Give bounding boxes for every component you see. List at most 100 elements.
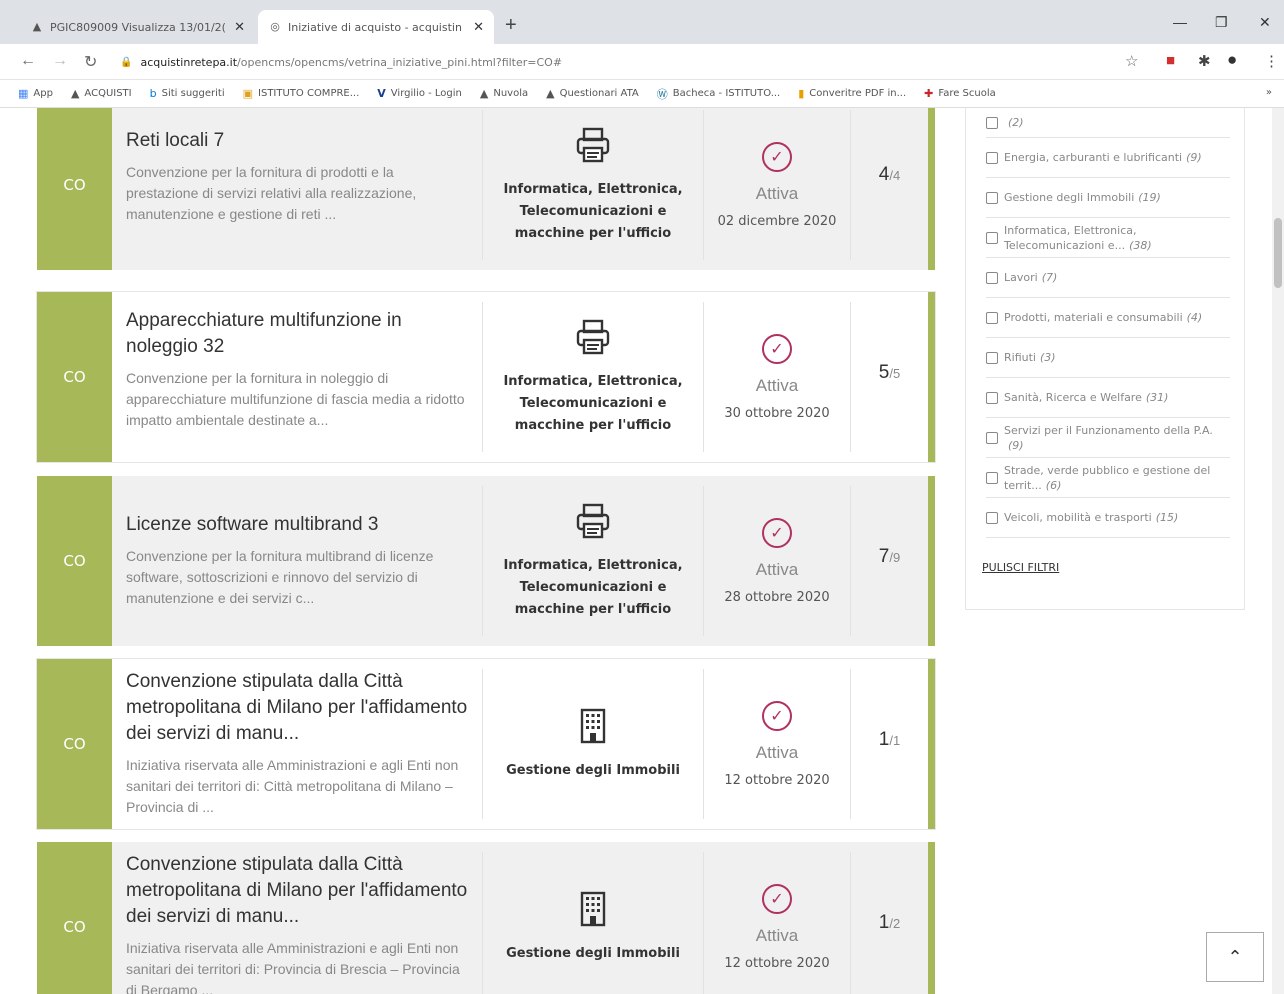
category-filter-panel: (2) Energia, carburanti e lubrificanti (9…: [965, 108, 1245, 610]
filter-option[interactable]: Servizi per il Funzionamento della P.A.(…: [986, 418, 1230, 458]
checkbox[interactable]: [986, 351, 998, 364]
bookmark-virgilio[interactable]: V Virgilio - Login: [377, 87, 462, 100]
back-to-top-button[interactable]: ⌃: [1206, 932, 1264, 982]
checkbox[interactable]: [986, 231, 998, 244]
bookmark-questionari[interactable]: ▲ Questionari ATA: [546, 87, 639, 100]
wordpress-icon: Ⓦ: [656, 87, 668, 101]
filter-option[interactable]: Prodotti, materiali e consumabili (4): [986, 298, 1230, 338]
bookmark-fare-scuola[interactable]: ✚ Fare Scuola: [924, 87, 996, 100]
filter-option[interactable]: Rifiuti (3): [986, 338, 1230, 378]
bookmark-label: Fare Scuola: [938, 88, 996, 99]
checkbox[interactable]: [986, 151, 998, 164]
filter-option[interactable]: Energia, carburanti e lubrificanti (9): [986, 138, 1230, 178]
checkbox[interactable]: [986, 191, 998, 204]
category-cell: Informatica, Elettronica, Telecomunicazi…: [483, 108, 703, 270]
initiative-card[interactable]: CO Licenze software multibrand 3 Convenz…: [37, 476, 935, 646]
bookmark-converti-pdf[interactable]: ▮ Converitre PDF in...: [798, 87, 906, 100]
bookmarks-overflow-icon[interactable]: »: [1266, 87, 1272, 98]
bookmark-siti-suggeriti[interactable]: b Siti suggeriti: [150, 87, 225, 100]
filter-label: Lavori: [1004, 271, 1038, 284]
lots-count: 1 /1: [851, 659, 928, 829]
window-close-icon[interactable]: ✕: [1259, 14, 1271, 31]
initiative-description: Convenzione per la fornitura in noleggio…: [126, 370, 465, 428]
address-bar[interactable]: 🔒 acquistinretepa.it /opencms/opencms/ve…: [112, 50, 1152, 74]
checkbox[interactable]: [986, 391, 998, 404]
extensions-icon[interactable]: ✱: [1198, 52, 1211, 70]
initiative-title[interactable]: Convenzione stipulata dalla Città metrop…: [126, 669, 468, 747]
filter-label: Informatica, Elettronica, Telecomunicazi…: [1004, 223, 1137, 252]
filter-count: (9): [1008, 438, 1024, 452]
checkbox[interactable]: [986, 511, 998, 524]
profile-icon[interactable]: ●: [1227, 50, 1237, 70]
check-circle-icon: ✓: [762, 517, 792, 548]
browser-tab-drive[interactable]: ▲ PGIC809009 Visualizza 13/01/2( ✕: [20, 10, 255, 44]
back-arrow-icon[interactable]: ←: [20, 52, 36, 70]
filter-option[interactable]: Informatica, Elettronica, Telecomunicazi…: [986, 218, 1230, 258]
menu-dots-icon[interactable]: ⋮: [1264, 52, 1279, 70]
initiative-description: Iniziativa riservata alle Amministrazion…: [126, 940, 460, 994]
virgilio-icon: V: [377, 87, 386, 100]
filter-label: Energia, carburanti e lubrificanti: [1004, 151, 1183, 164]
bookmark-istituto[interactable]: ▣ ISTITUTO COMPRE...: [243, 87, 360, 100]
minimize-icon[interactable]: —: [1173, 14, 1187, 30]
tab-close-icon[interactable]: ✕: [473, 20, 484, 35]
tab-close-icon[interactable]: ✕: [234, 20, 245, 35]
lots-count: 7 /9: [851, 476, 928, 646]
category-label: Informatica, Elettronica, Telecomunicazi…: [503, 374, 683, 433]
filter-option[interactable]: Gestione degli Immobili (19): [986, 178, 1230, 218]
restore-icon[interactable]: ❐: [1215, 14, 1228, 31]
clear-filters-link[interactable]: PULISCI FILTRI: [982, 561, 1059, 574]
bookmark-star-icon[interactable]: ☆: [1125, 52, 1138, 70]
initiative-title[interactable]: Licenze software multibrand 3: [126, 512, 468, 538]
category-cell: Informatica, Elettronica, Telecomunicazi…: [483, 476, 703, 646]
filter-option[interactable]: Veicoli, mobilità e trasporti (15): [986, 498, 1230, 538]
bookmark-nuvola[interactable]: ▲ Nuvola: [480, 87, 528, 100]
bookmark-bacheca[interactable]: Ⓦ Bacheca - ISTITUTO...: [657, 86, 780, 102]
scrollbar-thumb[interactable]: [1274, 218, 1282, 288]
globe-icon: ◎: [270, 20, 280, 33]
reload-icon[interactable]: ↻: [84, 52, 97, 72]
printer-icon: [576, 127, 610, 163]
fare-scuola-icon: ✚: [924, 87, 934, 100]
checkbox[interactable]: [986, 471, 998, 484]
drive-icon: ▲: [32, 20, 42, 33]
checkbox[interactable]: [986, 311, 998, 324]
category-cell: Gestione degli Immobili: [483, 659, 703, 829]
initiative-title[interactable]: Apparecchiature multifunzione in noleggi…: [126, 308, 468, 360]
drive-icon: ▲: [546, 87, 555, 100]
forward-arrow-icon[interactable]: →: [52, 52, 68, 70]
browser-toolbar: ← → ↻ 🔒 acquistinretepa.it /opencms/open…: [0, 44, 1284, 80]
initiative-card[interactable]: CO Reti locali 7 Convenzione per la forn…: [37, 108, 935, 270]
page-scrollbar[interactable]: [1272, 108, 1284, 994]
new-tab-button[interactable]: +: [505, 14, 517, 37]
filter-option[interactable]: Sanità, Ricerca e Welfare (31): [986, 378, 1230, 418]
drive-icon: ▲: [70, 87, 80, 100]
lots-count: 5 /5: [851, 292, 928, 462]
browser-tab-iniziative[interactable]: ◎ Iniziative di acquisto - acquistin ✕: [258, 10, 494, 44]
initiative-card[interactable]: CO Convenzione stipulata dalla Città met…: [37, 659, 935, 829]
check-circle-icon: ✓: [762, 333, 792, 364]
bookmark-acquisti[interactable]: ▲ ACQUISTI: [71, 87, 132, 100]
page-content: CO Reti locali 7 Convenzione per la forn…: [0, 108, 1284, 994]
initiative-card[interactable]: CO Convenzione stipulata dalla Città met…: [37, 842, 935, 994]
type-badge: CO: [37, 659, 112, 829]
pdf-extension-icon[interactable]: ■: [1166, 52, 1175, 69]
filter-option[interactable]: Strade, verde pubblico e gestione del te…: [986, 458, 1230, 498]
checkbox[interactable]: [986, 431, 998, 444]
initiative-title[interactable]: Reti locali 7: [126, 128, 468, 154]
checkbox[interactable]: [986, 271, 998, 284]
filter-option[interactable]: (2): [986, 108, 1230, 138]
bookmark-app[interactable]: ▦ App: [18, 87, 53, 100]
filter-count: (38): [1129, 238, 1152, 252]
checkbox[interactable]: [986, 116, 998, 129]
status-label: Attiva: [755, 183, 799, 203]
filter-option[interactable]: Lavori (7): [986, 258, 1230, 298]
type-badge: CO: [37, 476, 112, 646]
printer-icon: [576, 503, 610, 539]
initiative-card[interactable]: CO Apparecchiature multifunzione in nole…: [37, 292, 935, 462]
count-active: 7: [878, 546, 890, 567]
bookmarks-bar: ▦ App ▲ ACQUISTI b Siti suggeriti ▣ ISTITUTO…: [0, 80, 1284, 108]
printer-icon: [576, 319, 610, 355]
initiative-title[interactable]: Convenzione stipulata dalla Città metrop…: [126, 852, 468, 930]
lock-icon: 🔒: [120, 56, 133, 68]
